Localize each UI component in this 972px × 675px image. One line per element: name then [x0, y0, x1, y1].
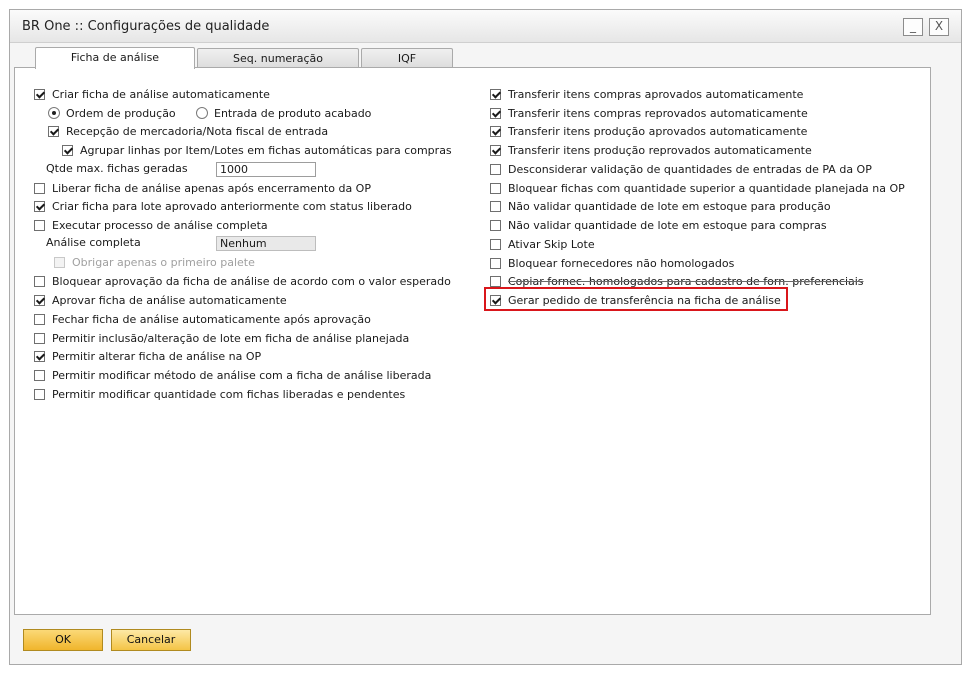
qtde-max-label: Qtde max. fichas geradas — [46, 162, 188, 175]
fechar-auto-row[interactable]: Fechar ficha de análise automaticamente … — [34, 311, 371, 327]
obrigar-checkbox — [54, 256, 65, 268]
permitir-alterar-label: Permitir alterar ficha de análise na OP — [52, 349, 262, 363]
bloquear-aprov-checkbox[interactable] — [34, 275, 45, 287]
right-option-row[interactable]: Bloquear fornecedores não homologados — [490, 255, 734, 271]
executar-label: Executar processo de análise completa — [52, 218, 268, 232]
obrigar-row: Obrigar apenas o primeiro palete — [54, 254, 255, 270]
right-option-checkbox[interactable] — [490, 238, 501, 250]
executar-row[interactable]: Executar processo de análise completa — [34, 217, 268, 233]
fechar-auto-checkbox[interactable] — [34, 313, 45, 325]
right-option-label: Não validar quantidade de lote em estoqu… — [508, 199, 831, 213]
agrupar-row[interactable]: Agrupar linhas por Item/Lotes em fichas … — [62, 142, 452, 158]
right-option-checkbox[interactable] — [490, 107, 501, 119]
close-button[interactable]: X — [929, 18, 949, 36]
liberar-row[interactable]: Liberar ficha de análise apenas após enc… — [34, 180, 371, 196]
permitir-metodo-row[interactable]: Permitir modificar método de análise com… — [34, 367, 431, 383]
right-option-checkbox[interactable] — [490, 257, 501, 269]
right-option-label: Bloquear fornecedores não homologados — [508, 256, 735, 270]
qtde-max-input[interactable]: 1000 — [216, 162, 316, 177]
right-option-label: Desconsiderar validação de quantidades d… — [508, 162, 872, 176]
right-option-label: Transferir itens compras reprovados auto… — [508, 106, 808, 120]
right-option-row[interactable]: Bloquear fichas com quantidade superior … — [490, 180, 905, 196]
analise-completa-label: Análise completa — [46, 236, 141, 249]
radio-producao-row[interactable]: Ordem de produção — [48, 105, 176, 121]
recepcao-checkbox[interactable] — [48, 125, 59, 137]
aprovar-auto-row[interactable]: Aprovar ficha de análise automaticamente — [34, 292, 287, 308]
permitir-qtd-checkbox[interactable] — [34, 388, 45, 400]
liberar-label: Liberar ficha de análise apenas após enc… — [52, 181, 371, 195]
radio-producao-label: Ordem de produção — [66, 106, 176, 120]
permitir-qtd-row[interactable]: Permitir modificar quantidade com fichas… — [34, 386, 405, 402]
right-option-label: Transferir itens produção aprovados auto… — [508, 124, 808, 138]
right-option-label: Transferir itens compras aprovados autom… — [508, 87, 804, 101]
aprovar-auto-checkbox[interactable] — [34, 294, 45, 306]
criar-lote-checkbox[interactable] — [34, 200, 45, 212]
right-option-row[interactable]: Ativar Skip Lote — [490, 236, 595, 252]
agrupar-label: Agrupar linhas por Item/Lotes em fichas … — [80, 143, 452, 157]
recepcao-label: Recepção de mercadoria/Nota fiscal de en… — [66, 124, 329, 138]
permitir-inclusao-label: Permitir inclusão/alteração de lote em f… — [52, 331, 410, 345]
permitir-alterar-row[interactable]: Permitir alterar ficha de análise na OP — [34, 348, 261, 364]
right-option-checkbox[interactable] — [490, 182, 501, 194]
analise-completa-select[interactable]: Nenhum — [216, 236, 316, 251]
right-option-row[interactable]: Não validar quantidade de lote em estoqu… — [490, 217, 827, 233]
permitir-inclusao-row[interactable]: Permitir inclusão/alteração de lote em f… — [34, 330, 409, 346]
criar-auto-row[interactable]: Criar ficha de análise automaticamente — [34, 86, 270, 102]
right-option-row[interactable]: Não validar quantidade de lote em estoqu… — [490, 198, 831, 214]
radio-entrada-produto[interactable] — [196, 107, 208, 119]
criar-lote-label: Criar ficha para lote aprovado anteriorm… — [52, 199, 412, 213]
tab-ficha-analise[interactable]: Ficha de análise — [35, 47, 195, 69]
right-option-label: Não validar quantidade de lote em estoqu… — [508, 218, 827, 232]
right-option-row[interactable]: Transferir itens compras aprovados autom… — [490, 86, 803, 102]
permitir-alterar-checkbox[interactable] — [34, 350, 45, 362]
highlight-box — [484, 287, 788, 311]
radio-ordem-producao[interactable] — [48, 107, 60, 119]
obrigar-label: Obrigar apenas o primeiro palete — [72, 255, 255, 269]
right-option-label: Copiar fornec. homologados para cadastro… — [508, 274, 864, 288]
right-option-checkbox[interactable] — [490, 163, 501, 175]
right-option-label: Ativar Skip Lote — [508, 237, 595, 251]
permitir-metodo-checkbox[interactable] — [34, 369, 45, 381]
permitir-inclusao-checkbox[interactable] — [34, 332, 45, 344]
right-option-checkbox[interactable] — [490, 144, 501, 156]
right-option-row[interactable]: Transferir itens compras reprovados auto… — [490, 105, 808, 121]
liberar-checkbox[interactable] — [34, 182, 45, 194]
right-option-label: Transferir itens produção reprovados aut… — [508, 143, 812, 157]
cancel-button[interactable]: Cancelar — [111, 629, 191, 651]
right-option-row[interactable]: Transferir itens produção aprovados auto… — [490, 123, 807, 139]
recepcao-row[interactable]: Recepção de mercadoria/Nota fiscal de en… — [48, 123, 328, 139]
criar-auto-checkbox[interactable] — [34, 88, 45, 100]
right-option-checkbox[interactable] — [490, 219, 501, 231]
tab-seq-numeracao[interactable]: Seq. numeração — [197, 48, 359, 68]
permitir-metodo-label: Permitir modificar método de análise com… — [52, 368, 432, 382]
radio-entrada-row[interactable]: Entrada de produto acabado — [196, 105, 371, 121]
fechar-auto-label: Fechar ficha de análise automaticamente … — [52, 312, 371, 326]
tab-iqf[interactable]: IQF — [361, 48, 453, 68]
bloquear-aprov-row[interactable]: Bloquear aprovação da ficha de análise d… — [34, 273, 451, 289]
right-option-checkbox[interactable] — [490, 200, 501, 212]
right-option-label: Bloquear fichas com quantidade superior … — [508, 181, 905, 195]
right-option-row[interactable]: Transferir itens produção reprovados aut… — [490, 142, 812, 158]
executar-checkbox[interactable] — [34, 219, 45, 231]
bloquear-aprov-label: Bloquear aprovação da ficha de análise d… — [52, 274, 451, 288]
right-option-row[interactable]: Desconsiderar validação de quantidades d… — [490, 161, 872, 177]
minimize-button[interactable]: _ — [903, 18, 923, 36]
right-option-checkbox[interactable] — [490, 125, 501, 137]
permitir-qtd-label: Permitir modificar quantidade com fichas… — [52, 387, 406, 401]
title-bar: BR One :: Configurações de qualidade _ X — [10, 10, 961, 43]
right-option-checkbox[interactable] — [490, 88, 501, 100]
criar-lote-row[interactable]: Criar ficha para lote aprovado anteriorm… — [34, 198, 412, 214]
criar-auto-label: Criar ficha de análise automaticamente — [52, 87, 270, 101]
aprovar-auto-label: Aprovar ficha de análise automaticamente — [52, 293, 287, 307]
right-option-checkbox[interactable] — [490, 275, 501, 287]
agrupar-checkbox[interactable] — [62, 144, 73, 156]
window-title: BR One :: Configurações de qualidade — [22, 19, 270, 34]
ok-button[interactable]: OK — [23, 629, 103, 651]
radio-entrada-label: Entrada de produto acabado — [214, 106, 372, 120]
